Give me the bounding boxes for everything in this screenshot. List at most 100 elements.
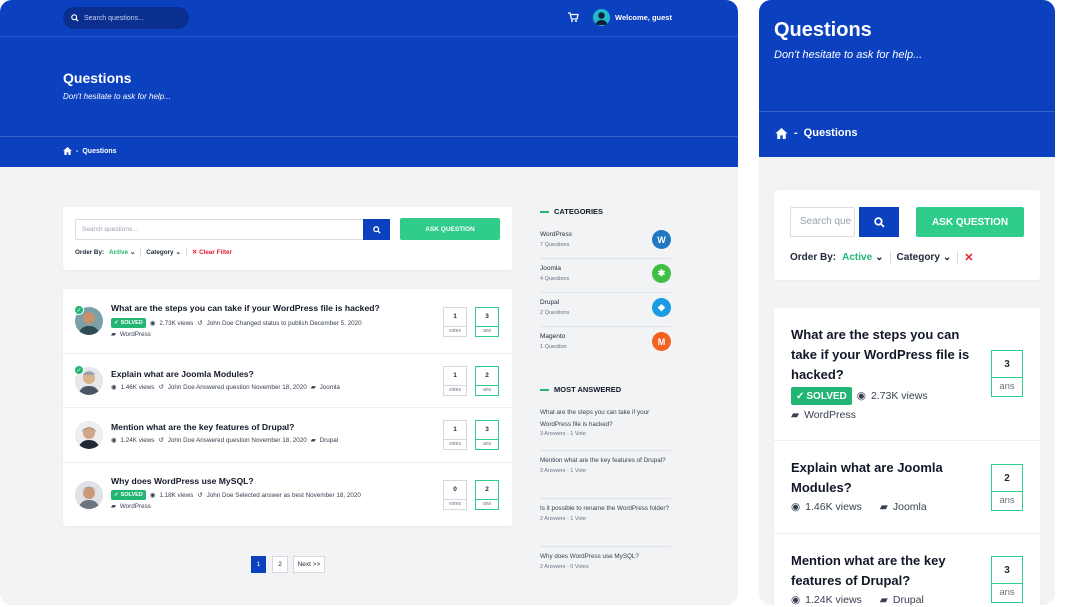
question-item: Explain what are Joomla Modules? ◉ 1.46K …: [774, 441, 1040, 534]
activity[interactable]: John Doe Answered question November 18, …: [168, 437, 307, 444]
categories-heading: CATEGORIES: [540, 207, 603, 216]
question-meta: ✓ SOLVED ◉ 2.73K views: [791, 387, 928, 405]
activity[interactable]: John Doe Selected answer as best Novembe…: [207, 492, 361, 499]
most-answered-stats: 3 Answers - 1 Vote: [540, 467, 586, 474]
order-by-dropdown[interactable]: Active ⌄: [842, 252, 883, 263]
votes-label: votes: [444, 385, 466, 395]
breadcrumb: - Questions: [0, 136, 738, 167]
order-by-value: Active: [109, 249, 128, 256]
question-item: ✓ What are the steps you can take if you…: [63, 289, 512, 354]
votes-label: votes: [444, 499, 466, 509]
views: 1.24K views: [120, 437, 155, 444]
category-item-joomla[interactable]: Joomla 4 Questions ✱: [540, 259, 671, 293]
page-subtitle: Don't hesitate to ask for help...: [63, 92, 171, 101]
most-answered-item[interactable]: Mention what are the key features of Dru…: [540, 455, 671, 499]
most-answered-title: What are the steps you can take if your …: [540, 409, 650, 428]
category-item-magento[interactable]: Magento 1 Question M: [540, 327, 671, 361]
question-title[interactable]: Why does WordPress use MySQL?: [111, 476, 254, 486]
search-button[interactable]: [363, 219, 390, 240]
breadcrumb-current: Questions: [803, 127, 858, 139]
solved-label: SOLVED: [806, 390, 847, 402]
category-name: Joomla: [540, 265, 561, 272]
category-link[interactable]: WordPress: [804, 409, 856, 421]
eye-icon: ◉: [149, 491, 156, 499]
question-title[interactable]: What are the steps you can take if your …: [791, 325, 976, 385]
eye-icon: ◉: [856, 390, 866, 402]
page-button-2[interactable]: 2: [272, 556, 288, 573]
most-answered-item[interactable]: What are the steps you can take if your …: [540, 407, 671, 451]
question-item: What are the steps you can take if your …: [774, 308, 1040, 441]
votes-box: 0 votes: [443, 480, 467, 510]
category-link[interactable]: Drupal: [893, 594, 924, 605]
desktop-view: Search questions... Welcome, guest Quest…: [0, 0, 738, 605]
most-answered-title: Mention what are the key features of Dru…: [540, 457, 666, 464]
question-meta: ✓ SOLVED ◉ 2.73K views ↺ John Doe Changed s…: [111, 318, 362, 328]
answers-box: 3 ans: [991, 556, 1023, 603]
home-icon[interactable]: [775, 127, 788, 139]
order-by-label: Order By:: [75, 249, 105, 256]
category-dropdown[interactable]: Category ⌄: [146, 249, 181, 256]
most-answered-item[interactable]: Is it possible to rename the WordPress f…: [540, 503, 671, 547]
order-by-dropdown[interactable]: Active ⌄: [109, 249, 135, 256]
activity[interactable]: John Doe Answered question November 18, …: [168, 384, 307, 391]
header-search-placeholder: Search questions...: [84, 14, 144, 22]
category-count: 2 Questions: [540, 310, 570, 316]
views: 1.24K views: [805, 594, 862, 605]
order-by-label: Order By:: [790, 252, 837, 263]
answers-count: 3: [485, 426, 489, 433]
question-category: ▰ WordPress: [791, 409, 856, 421]
filter-card: Search questions... ASK QUESTION Order B…: [63, 207, 512, 270]
folder-icon: ▰: [310, 384, 316, 391]
check-icon: ✓: [114, 492, 119, 498]
votes-count: 0: [453, 486, 457, 493]
question-title[interactable]: Mention what are the key features of Dru…: [791, 551, 976, 591]
magento-icon: M: [652, 332, 671, 351]
header-search[interactable]: Search questions...: [63, 7, 189, 29]
user-menu[interactable]: Welcome, guest: [593, 9, 672, 26]
category-dropdown[interactable]: Category ⌄: [897, 252, 952, 263]
most-answered-item[interactable]: Why does WordPress use MySQL? 2 Answers -…: [540, 551, 671, 581]
ask-question-button[interactable]: ASK QUESTION: [400, 218, 500, 240]
eye-icon: ◉: [791, 501, 801, 513]
question-title[interactable]: What are the steps you can take if your …: [111, 303, 380, 313]
history-icon: ↺: [158, 384, 164, 391]
question-title[interactable]: Explain what are Joomla Modules?: [111, 369, 254, 379]
votes-count: 1: [453, 426, 457, 433]
category-link[interactable]: Joomla: [320, 384, 340, 391]
page-button-1[interactable]: 1: [251, 556, 266, 573]
cart-icon[interactable]: [567, 11, 579, 23]
solved-badge: ✓ SOLVED: [791, 387, 852, 405]
question-title[interactable]: Mention what are the key features of Dru…: [111, 422, 294, 432]
question-title[interactable]: Explain what are Joomla Modules?: [791, 458, 976, 498]
clear-filter-button[interactable]: ✕: [964, 251, 973, 264]
ask-question-button[interactable]: ASK QUESTION: [916, 207, 1024, 237]
search-button[interactable]: [859, 207, 899, 237]
chevron-down-icon: ⌄: [875, 252, 884, 263]
search-input[interactable]: Search questions...: [75, 219, 375, 240]
votes-count: 1: [453, 313, 457, 320]
question-meta: ◉ 1.24K views ↺ John Doe Answered question…: [111, 437, 338, 444]
activity[interactable]: John Doe Changed status to publish Decem…: [207, 320, 362, 327]
answers-count: 2: [1004, 473, 1010, 484]
chevron-down-icon: ⌄: [129, 249, 136, 256]
clear-filter-button[interactable]: ✕ Clear Filter: [192, 249, 232, 256]
category-link[interactable]: Drupal: [320, 437, 339, 444]
category-item-drupal[interactable]: Drupal 2 Questions ◆: [540, 293, 671, 327]
search-icon: [873, 216, 885, 228]
breadcrumb-separator: -: [794, 127, 798, 139]
votes-box: 1 votes: [443, 307, 467, 337]
answers-box: 3 ans: [475, 307, 499, 337]
category-link[interactable]: WordPress: [120, 331, 151, 338]
solved-badge: ✓ SOLVED: [111, 318, 146, 328]
category-link[interactable]: Joomla: [893, 501, 927, 513]
category-count: 1 Question: [540, 344, 567, 350]
search-input[interactable]: Search que: [790, 207, 855, 237]
category-link[interactable]: WordPress: [120, 503, 151, 510]
answers-label: ans: [476, 499, 498, 509]
next-page-button[interactable]: Next >>: [293, 556, 325, 573]
folder-icon: ▰: [310, 437, 316, 444]
home-icon[interactable]: [63, 147, 72, 155]
breadcrumb: - Questions: [759, 111, 1055, 157]
folder-icon: ▰: [791, 409, 800, 421]
category-item-wordpress[interactable]: WordPress 7 Questions W: [540, 225, 671, 259]
